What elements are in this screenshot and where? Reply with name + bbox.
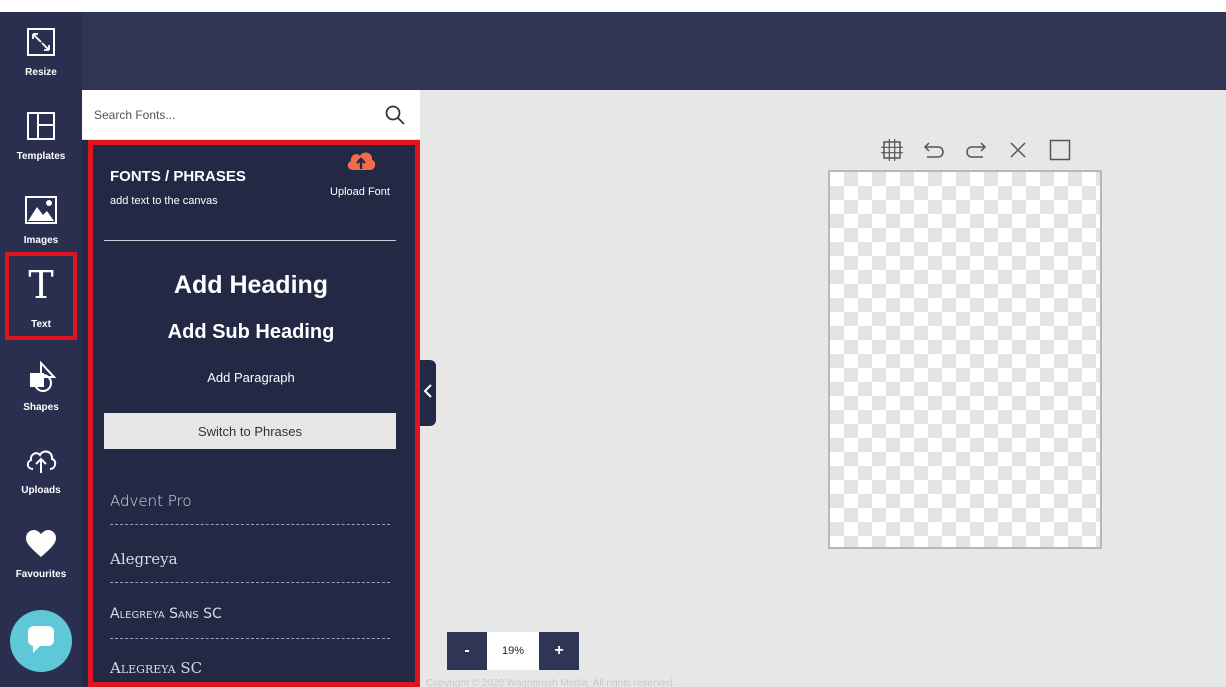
undo-icon[interactable]	[922, 138, 946, 162]
font-item-advent-pro[interactable]: Advent Pro	[110, 492, 390, 525]
switch-to-phrases-button[interactable]: Switch to Phrases	[104, 413, 396, 449]
sidebar-item-label: Resize	[25, 67, 57, 78]
workspace	[420, 90, 1226, 687]
add-heading-button[interactable]: Add Heading	[82, 271, 420, 300]
sidebar-item-favourites[interactable]: Favourites	[0, 514, 82, 588]
chat-button[interactable]	[10, 610, 72, 672]
canvas-toolbar	[880, 137, 1105, 163]
panel-subtitle: add text to the canvas	[110, 195, 218, 207]
image-icon	[23, 192, 59, 228]
zoom-in-button[interactable]: +	[539, 632, 579, 670]
sidebar-item-uploads[interactable]: Uploads	[0, 430, 82, 504]
cloud-upload-icon	[346, 148, 376, 179]
add-paragraph-button[interactable]: Add Paragraph	[82, 370, 420, 385]
panel-divider	[104, 240, 396, 241]
sidebar-item-label: Favourites	[15, 569, 67, 580]
sidebar-item-label: Templates	[16, 151, 66, 162]
font-search-bar	[82, 90, 420, 140]
copyright-text: Copyright © 2020 Wagnbrush Media. All ri…	[426, 678, 676, 687]
sidebar-item-resize[interactable]: Resize	[0, 12, 82, 86]
chat-bubble-icon	[25, 623, 57, 660]
font-item-alegreya-sc[interactable]: Alegreya SC	[110, 659, 390, 687]
cloud-upload-icon	[23, 442, 59, 478]
resize-icon	[23, 24, 59, 60]
zoom-level: 19%	[487, 632, 539, 670]
square-icon[interactable]	[1048, 138, 1072, 162]
redo-icon[interactable]	[964, 138, 988, 162]
zoom-control: - 19% +	[447, 632, 579, 670]
upload-font-button[interactable]: Upload Font	[320, 148, 400, 198]
templates-icon	[23, 108, 59, 144]
text-icon: T	[23, 264, 59, 304]
sidebar-item-label: Uploads	[21, 485, 61, 496]
shapes-icon	[23, 359, 59, 395]
add-sub-heading-button[interactable]: Add Sub Heading	[82, 321, 420, 344]
svg-text:T: T	[28, 264, 53, 304]
sidebar-item-shapes[interactable]: Shapes	[0, 347, 82, 421]
fonts-panel: FONTS / PHRASES add text to the canvas U…	[82, 140, 420, 687]
top-strip	[0, 0, 1226, 12]
collapse-panel-tab[interactable]	[420, 360, 436, 426]
grid-icon[interactable]	[880, 138, 904, 162]
close-icon[interactable]	[1006, 138, 1030, 162]
design-canvas[interactable]	[828, 170, 1102, 549]
search-input[interactable]	[94, 104, 374, 126]
zoom-out-button[interactable]: -	[447, 632, 487, 670]
font-item-alegreya[interactable]: Alegreya	[110, 550, 390, 583]
top-bar	[0, 12, 1226, 90]
sidebar-item-text[interactable]: T Text	[5, 252, 77, 340]
upload-font-label: Upload Font	[330, 186, 390, 198]
chevron-left-icon	[423, 383, 433, 403]
heart-icon	[23, 526, 59, 562]
panel-title: FONTS / PHRASES	[110, 168, 246, 185]
sidebar-item-templates[interactable]: Templates	[0, 96, 82, 170]
sidebar: Resize Templates Images T Text Shapes Up…	[0, 12, 82, 687]
sidebar-item-images[interactable]: Images	[0, 180, 82, 254]
sidebar-item-label: Shapes	[23, 402, 59, 413]
font-item-alegreya-sans-sc[interactable]: Alegreya Sans SC	[110, 606, 390, 639]
sidebar-item-label: Text	[31, 319, 51, 330]
search-icon[interactable]	[384, 104, 406, 126]
sidebar-item-label: Images	[23, 235, 59, 246]
